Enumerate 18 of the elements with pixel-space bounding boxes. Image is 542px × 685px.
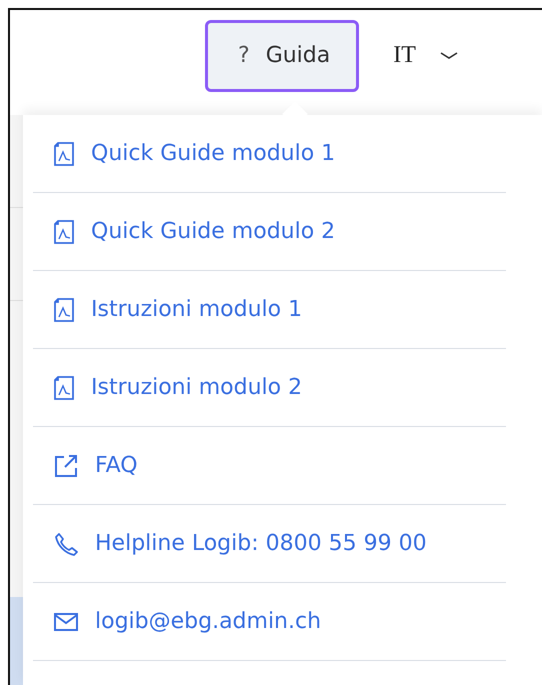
help-menu-item[interactable]: logib@ebg.admin.ch xyxy=(33,583,506,661)
pdf-file-icon xyxy=(53,374,75,400)
mail-icon xyxy=(53,610,79,632)
help-icon: ? xyxy=(238,43,250,68)
help-menu-item[interactable]: Istruzioni modulo 1 xyxy=(33,271,506,349)
help-menu-item[interactable]: Istruzioni modulo 2 xyxy=(33,349,506,427)
help-menu-item[interactable]: Helpline Logib: 0800 55 99 00 xyxy=(33,505,506,583)
caret-icon xyxy=(440,52,458,60)
pdf-file-icon xyxy=(53,296,75,322)
pdf-file-icon xyxy=(53,140,75,166)
help-menu-item[interactable]: Quick Guide modulo 1 xyxy=(33,115,506,193)
help-menu-item[interactable]: FAQ xyxy=(33,427,506,505)
help-button[interactable]: ? Guida xyxy=(205,20,360,92)
pdf-file-icon xyxy=(53,218,75,244)
language-selector[interactable]: IT xyxy=(387,41,464,70)
phone-icon xyxy=(53,530,79,556)
external-link-icon xyxy=(53,452,79,478)
help-menu-item[interactable]: Quick Guide modulo 2 xyxy=(33,193,506,271)
